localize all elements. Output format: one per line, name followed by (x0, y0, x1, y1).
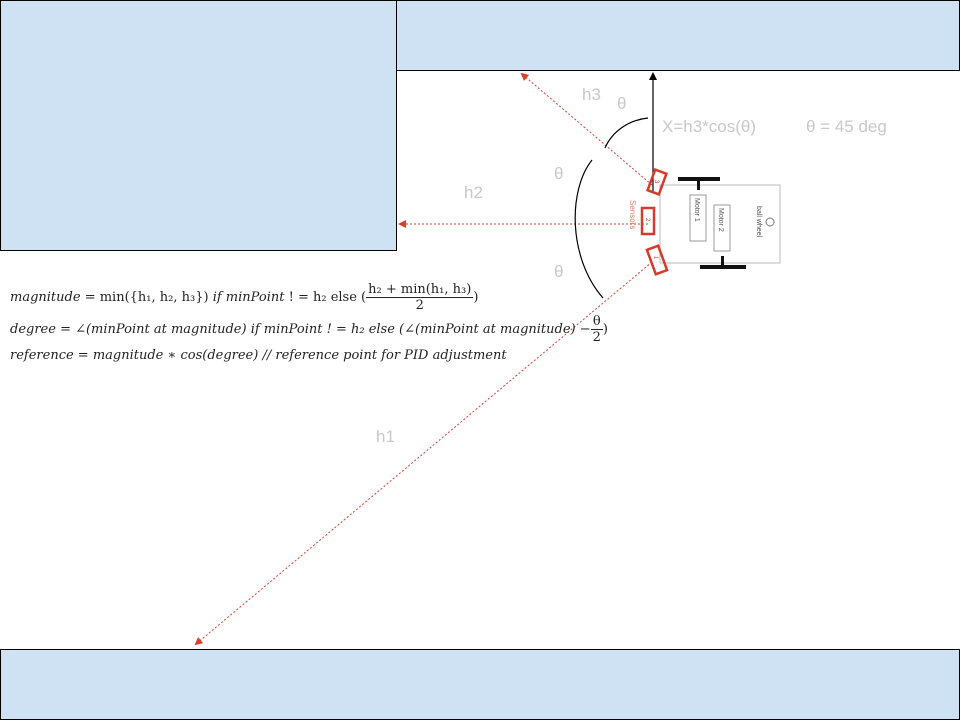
formula-degree-lhs: degree = ∠(minPoint at magnitude) if min… (10, 322, 323, 337)
angle-arc-middle (574, 159, 604, 299)
h2-label: h2 (464, 183, 483, 202)
theta-bottom-label: θ (554, 262, 564, 281)
sensor-1-id: 1 (652, 256, 658, 260)
formula-magnitude-else: ! = h₂ else ( (288, 290, 367, 305)
sensors-label: Sensors (628, 200, 637, 229)
theta-middle-label: θ (554, 164, 564, 183)
motor-2-label: Motor 2 (717, 208, 724, 232)
formula-reference: reference = magnitude ∗ cos(degree) // r… (10, 348, 507, 363)
formula-magnitude-if: if minPoint (212, 290, 285, 305)
h3-label: h3 (582, 85, 601, 104)
formula-magnitude-min: min({h₁, h₂, h₃}) (99, 290, 209, 305)
sensor-3-id: 3 (653, 180, 659, 184)
formula-magnitude-numerator: h₂ + min(h₁, h₃) (366, 282, 474, 298)
formula-degree-fraction: θ2 (590, 314, 603, 345)
x-formula-label: X=h3*cos(θ) (662, 117, 757, 136)
ball-wheel-label: ball wheel (755, 206, 762, 238)
formula-magnitude-close: ) (473, 290, 479, 305)
formula-magnitude-fraction: h₂ + min(h₁, h₃) 2 (366, 282, 474, 313)
wheel-bottom (700, 265, 746, 269)
formula-magnitude-lhs: magnitude (10, 290, 81, 305)
theta-value-label: θ = 45 deg (806, 117, 887, 136)
formula-degree: degree = ∠(minPoint at magnitude) if min… (10, 314, 608, 345)
formula-magnitude-denominator: 2 (415, 298, 424, 313)
wheel-axle-top (697, 181, 700, 190)
formula-degree-numerator: θ (590, 314, 603, 330)
motor-1-label: Motor 1 (693, 198, 700, 222)
formula-magnitude: magnitude = min({h₁, h₂, h₃}) if minPoin… (10, 282, 479, 313)
wheel-axle-bottom (721, 256, 724, 265)
angle-arc-top (604, 117, 649, 149)
formula-degree-denominator: 2 (592, 330, 601, 345)
formula-degree-close: ) (602, 322, 608, 337)
theta-top-label: θ (617, 94, 627, 113)
wheel-top (678, 177, 720, 181)
formula-degree-else: ! = h₂ else (∠(minPoint at magnitude) − (326, 322, 591, 337)
sensor-2-id: 2 (644, 218, 650, 222)
h1-label: h1 (376, 427, 395, 446)
